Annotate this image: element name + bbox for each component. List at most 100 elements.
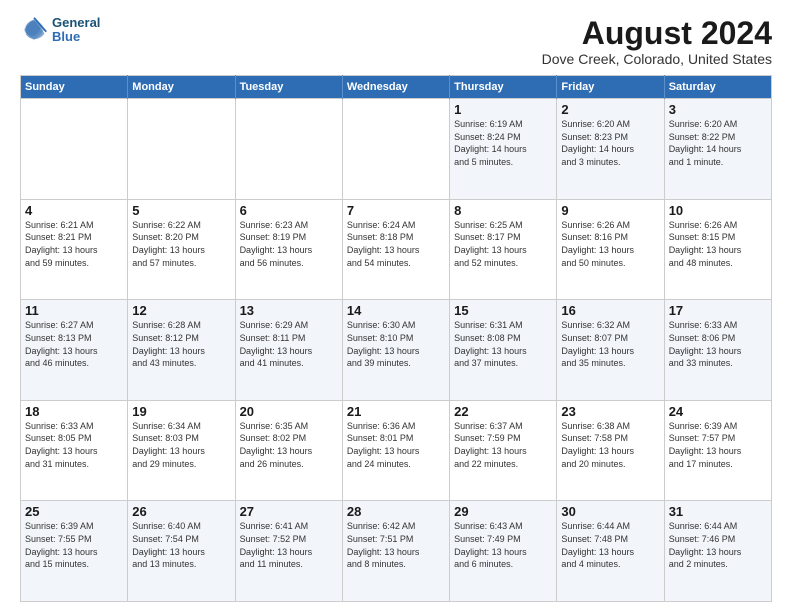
day-info: Sunrise: 6:38 AM Sunset: 7:58 PM Dayligh… <box>561 420 659 470</box>
day-number: 30 <box>561 504 659 519</box>
table-row <box>235 99 342 200</box>
col-tuesday: Tuesday <box>235 76 342 99</box>
day-info: Sunrise: 6:41 AM Sunset: 7:52 PM Dayligh… <box>240 520 338 570</box>
day-info: Sunrise: 6:26 AM Sunset: 8:16 PM Dayligh… <box>561 219 659 269</box>
day-number: 14 <box>347 303 445 318</box>
table-row: 31Sunrise: 6:44 AM Sunset: 7:46 PM Dayli… <box>664 501 771 602</box>
day-number: 21 <box>347 404 445 419</box>
day-number: 3 <box>669 102 767 117</box>
subtitle: Dove Creek, Colorado, United States <box>542 51 772 67</box>
day-info: Sunrise: 6:44 AM Sunset: 7:46 PM Dayligh… <box>669 520 767 570</box>
table-row <box>128 99 235 200</box>
logo: General Blue <box>20 16 100 45</box>
day-info: Sunrise: 6:35 AM Sunset: 8:02 PM Dayligh… <box>240 420 338 470</box>
table-row: 12Sunrise: 6:28 AM Sunset: 8:12 PM Dayli… <box>128 300 235 401</box>
table-row: 1Sunrise: 6:19 AM Sunset: 8:24 PM Daylig… <box>450 99 557 200</box>
day-number: 8 <box>454 203 552 218</box>
day-number: 28 <box>347 504 445 519</box>
table-row <box>342 99 449 200</box>
day-info: Sunrise: 6:22 AM Sunset: 8:20 PM Dayligh… <box>132 219 230 269</box>
table-row: 9Sunrise: 6:26 AM Sunset: 8:16 PM Daylig… <box>557 199 664 300</box>
table-row: 17Sunrise: 6:33 AM Sunset: 8:06 PM Dayli… <box>664 300 771 401</box>
table-row: 2Sunrise: 6:20 AM Sunset: 8:23 PM Daylig… <box>557 99 664 200</box>
table-row: 15Sunrise: 6:31 AM Sunset: 8:08 PM Dayli… <box>450 300 557 401</box>
day-info: Sunrise: 6:28 AM Sunset: 8:12 PM Dayligh… <box>132 319 230 369</box>
day-info: Sunrise: 6:29 AM Sunset: 8:11 PM Dayligh… <box>240 319 338 369</box>
table-row: 22Sunrise: 6:37 AM Sunset: 7:59 PM Dayli… <box>450 400 557 501</box>
col-saturday: Saturday <box>664 76 771 99</box>
day-number: 22 <box>454 404 552 419</box>
day-info: Sunrise: 6:23 AM Sunset: 8:19 PM Dayligh… <box>240 219 338 269</box>
day-number: 12 <box>132 303 230 318</box>
day-info: Sunrise: 6:36 AM Sunset: 8:01 PM Dayligh… <box>347 420 445 470</box>
table-row: 27Sunrise: 6:41 AM Sunset: 7:52 PM Dayli… <box>235 501 342 602</box>
day-info: Sunrise: 6:25 AM Sunset: 8:17 PM Dayligh… <box>454 219 552 269</box>
title-section: August 2024 Dove Creek, Colorado, United… <box>542 16 772 67</box>
day-number: 11 <box>25 303 123 318</box>
table-row: 14Sunrise: 6:30 AM Sunset: 8:10 PM Dayli… <box>342 300 449 401</box>
table-row: 3Sunrise: 6:20 AM Sunset: 8:22 PM Daylig… <box>664 99 771 200</box>
table-row: 6Sunrise: 6:23 AM Sunset: 8:19 PM Daylig… <box>235 199 342 300</box>
day-number: 16 <box>561 303 659 318</box>
day-number: 13 <box>240 303 338 318</box>
calendar-header: Sunday Monday Tuesday Wednesday Thursday… <box>21 76 772 99</box>
table-row: 18Sunrise: 6:33 AM Sunset: 8:05 PM Dayli… <box>21 400 128 501</box>
table-row: 13Sunrise: 6:29 AM Sunset: 8:11 PM Dayli… <box>235 300 342 401</box>
header: General Blue August 2024 Dove Creek, Col… <box>20 16 772 67</box>
day-info: Sunrise: 6:40 AM Sunset: 7:54 PM Dayligh… <box>132 520 230 570</box>
table-row <box>21 99 128 200</box>
day-info: Sunrise: 6:42 AM Sunset: 7:51 PM Dayligh… <box>347 520 445 570</box>
day-info: Sunrise: 6:39 AM Sunset: 7:57 PM Dayligh… <box>669 420 767 470</box>
day-number: 2 <box>561 102 659 117</box>
table-row: 11Sunrise: 6:27 AM Sunset: 8:13 PM Dayli… <box>21 300 128 401</box>
day-info: Sunrise: 6:21 AM Sunset: 8:21 PM Dayligh… <box>25 219 123 269</box>
day-number: 20 <box>240 404 338 419</box>
day-info: Sunrise: 6:26 AM Sunset: 8:15 PM Dayligh… <box>669 219 767 269</box>
day-info: Sunrise: 6:19 AM Sunset: 8:24 PM Dayligh… <box>454 118 552 168</box>
day-info: Sunrise: 6:24 AM Sunset: 8:18 PM Dayligh… <box>347 219 445 269</box>
logo-icon <box>20 16 48 44</box>
day-number: 4 <box>25 203 123 218</box>
table-row: 25Sunrise: 6:39 AM Sunset: 7:55 PM Dayli… <box>21 501 128 602</box>
main-title: August 2024 <box>542 16 772 51</box>
col-friday: Friday <box>557 76 664 99</box>
table-row: 24Sunrise: 6:39 AM Sunset: 7:57 PM Dayli… <box>664 400 771 501</box>
day-info: Sunrise: 6:37 AM Sunset: 7:59 PM Dayligh… <box>454 420 552 470</box>
day-number: 25 <box>25 504 123 519</box>
day-number: 18 <box>25 404 123 419</box>
day-info: Sunrise: 6:33 AM Sunset: 8:06 PM Dayligh… <box>669 319 767 369</box>
table-row: 7Sunrise: 6:24 AM Sunset: 8:18 PM Daylig… <box>342 199 449 300</box>
day-number: 29 <box>454 504 552 519</box>
col-monday: Monday <box>128 76 235 99</box>
day-number: 23 <box>561 404 659 419</box>
table-row: 4Sunrise: 6:21 AM Sunset: 8:21 PM Daylig… <box>21 199 128 300</box>
table-row: 30Sunrise: 6:44 AM Sunset: 7:48 PM Dayli… <box>557 501 664 602</box>
table-row: 23Sunrise: 6:38 AM Sunset: 7:58 PM Dayli… <box>557 400 664 501</box>
table-row: 21Sunrise: 6:36 AM Sunset: 8:01 PM Dayli… <box>342 400 449 501</box>
day-info: Sunrise: 6:33 AM Sunset: 8:05 PM Dayligh… <box>25 420 123 470</box>
table-row: 16Sunrise: 6:32 AM Sunset: 8:07 PM Dayli… <box>557 300 664 401</box>
day-number: 9 <box>561 203 659 218</box>
day-info: Sunrise: 6:34 AM Sunset: 8:03 PM Dayligh… <box>132 420 230 470</box>
day-number: 19 <box>132 404 230 419</box>
day-number: 31 <box>669 504 767 519</box>
logo-text: General Blue <box>52 16 100 45</box>
day-info: Sunrise: 6:20 AM Sunset: 8:22 PM Dayligh… <box>669 118 767 168</box>
day-number: 10 <box>669 203 767 218</box>
day-info: Sunrise: 6:27 AM Sunset: 8:13 PM Dayligh… <box>25 319 123 369</box>
col-thursday: Thursday <box>450 76 557 99</box>
day-number: 1 <box>454 102 552 117</box>
col-sunday: Sunday <box>21 76 128 99</box>
table-row: 10Sunrise: 6:26 AM Sunset: 8:15 PM Dayli… <box>664 199 771 300</box>
day-number: 6 <box>240 203 338 218</box>
col-wednesday: Wednesday <box>342 76 449 99</box>
day-info: Sunrise: 6:20 AM Sunset: 8:23 PM Dayligh… <box>561 118 659 168</box>
day-info: Sunrise: 6:43 AM Sunset: 7:49 PM Dayligh… <box>454 520 552 570</box>
day-number: 24 <box>669 404 767 419</box>
table-row: 20Sunrise: 6:35 AM Sunset: 8:02 PM Dayli… <box>235 400 342 501</box>
day-info: Sunrise: 6:30 AM Sunset: 8:10 PM Dayligh… <box>347 319 445 369</box>
table-row: 5Sunrise: 6:22 AM Sunset: 8:20 PM Daylig… <box>128 199 235 300</box>
table-row: 28Sunrise: 6:42 AM Sunset: 7:51 PM Dayli… <box>342 501 449 602</box>
day-info: Sunrise: 6:39 AM Sunset: 7:55 PM Dayligh… <box>25 520 123 570</box>
day-number: 17 <box>669 303 767 318</box>
